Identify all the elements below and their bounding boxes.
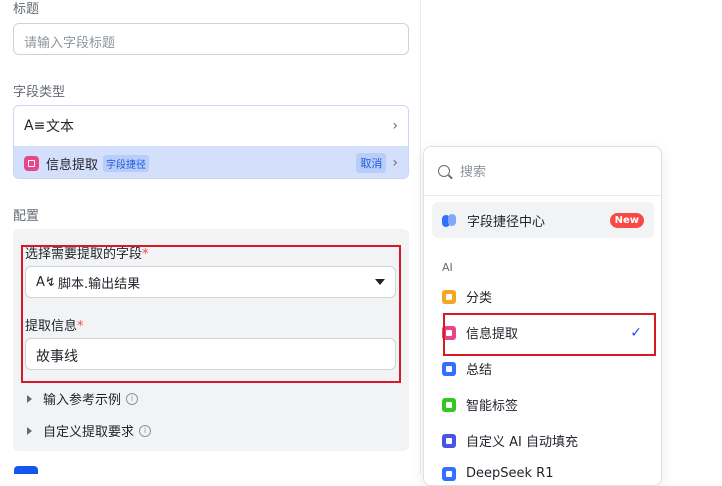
search-icon [438,164,450,177]
menu-item-label: 分类 [466,291,493,306]
config-label: 配置 [13,209,40,224]
field-type-text-label: 文本 [46,119,74,135]
triangle-right-icon [27,426,32,435]
chevron-right-icon: › [392,155,398,171]
search-placeholder: 搜索 [460,165,487,180]
cancel-button[interactable]: 取消 [356,153,387,173]
menu-item-label: 智能标签 [466,399,519,414]
reference-example-label: 输入参考示例 [43,393,122,408]
tag-icon [442,397,456,412]
partial-bottom-element [14,466,38,474]
shortcut-center-item[interactable]: 字段捷径中心 New [432,202,654,238]
info-icon[interactable]: i [139,424,152,437]
field-type-selector: A≡ 文本 › 信息提取 字段捷径 取消 › [13,105,409,179]
new-badge: New [609,212,644,228]
group-label-ai: AI [442,261,453,274]
text-type-icon: A≡ [24,118,46,134]
highlight-box-config [21,245,401,383]
shortcut-center-icon [442,213,457,228]
custom-requirement-label: 自定义提取要求 [43,425,135,440]
title-label: 标题 [13,2,40,17]
menu-item-label: 总结 [466,363,493,378]
summary-icon [442,361,456,376]
field-type-selected-option[interactable]: 信息提取 字段捷径 取消 › [14,146,408,178]
classify-icon [442,289,456,304]
field-config-panel: 标题 请输入字段标题 字段类型 A≡ 文本 › 信息提取 字段捷径 取消 › 配… [0,0,421,474]
field-type-label: 字段类型 [13,85,66,100]
divider [424,195,661,196]
field-type-selected-label: 信息提取 [46,157,99,173]
reference-example-toggle[interactable]: 输入参考示例 i [27,389,139,408]
shortcut-badge: 字段捷径 [103,154,150,172]
triangle-right-icon [27,394,32,403]
chevron-right-icon: › [392,118,398,134]
sparkle-icon [442,433,456,448]
search-input[interactable]: 搜索 [438,161,486,180]
menu-item-smart-tag[interactable]: 智能标签 [442,395,642,414]
title-input[interactable]: 请输入字段标题 [13,23,409,55]
menu-item-label: 自定义 AI 自动填充 [466,435,578,450]
menu-item-summary[interactable]: 总结 [442,359,642,378]
info-extract-icon [24,155,39,171]
field-type-dropdown: 搜索 字段捷径中心 New AI 分类 信息提取 ✓ 总结 智能标签 自定义 A… [423,146,662,486]
menu-item-custom-ai[interactable]: 自定义 AI 自动填充 [442,431,642,450]
highlight-box-menu [443,313,656,356]
menu-item-classify[interactable]: 分类 [442,287,642,306]
custom-requirement-toggle[interactable]: 自定义提取要求 i [27,421,152,440]
field-type-text-option[interactable]: A≡ 文本 › [14,106,408,146]
info-icon[interactable]: i [126,392,139,405]
shortcut-center-label: 字段捷径中心 [467,214,546,230]
